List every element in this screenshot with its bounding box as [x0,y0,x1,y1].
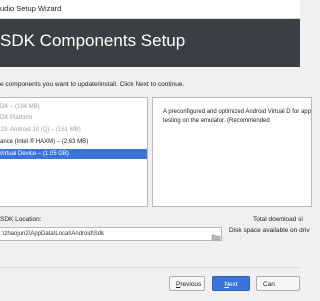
instruction-text: e components you want to update/install.… [0,81,185,88]
components-list[interactable]: l SDK – (194 MB) l SDK Platform PI 29: A… [0,97,148,207]
folder-icon[interactable] [211,229,221,241]
window-title: udio Setup Wizard [0,4,62,13]
component-item-haxm[interactable]: rmance (Intel ® HAXM) – (2.63 MB) [0,137,147,147]
component-item-sdk[interactable]: l SDK – (194 MB) [0,102,147,112]
component-item-api-29[interactable]: PI 29: Android 10 (Q) – (151 MB) [0,125,147,135]
total-download-size: Total download si [253,216,303,223]
sdk-location-label: SDK Location: [0,216,42,223]
cancel-button[interactable]: Can [256,276,300,291]
next-label: ext [229,281,238,288]
wizard-footer: Previous Next Can [0,267,300,301]
previous-label: revious [180,281,202,288]
component-description-panel: A preconfigured and optimized Android Vi… [152,97,312,207]
wizard-header: SDK Components Setup [0,19,300,67]
component-item-virtual-device[interactable]: id Virtual Device – (1.05 GB) [0,149,147,159]
previous-button[interactable]: Previous [169,276,205,291]
disk-space-available: Disk space available on driv [229,227,310,234]
next-button[interactable]: Next [212,276,250,291]
component-description: A preconfigured and optimized Android Vi… [163,109,311,124]
sdk-path-text: :\zhaojun2\AppData\Local\Android\Sdk [1,231,105,237]
window-titlebar: udio Setup Wizard [0,0,300,19]
sdk-path-field[interactable]: :\zhaojun2\AppData\Local\Android\Sdk [0,227,222,241]
page-title: SDK Components Setup [0,31,186,50]
component-item-sdk-platform[interactable]: l SDK Platform [0,113,147,123]
